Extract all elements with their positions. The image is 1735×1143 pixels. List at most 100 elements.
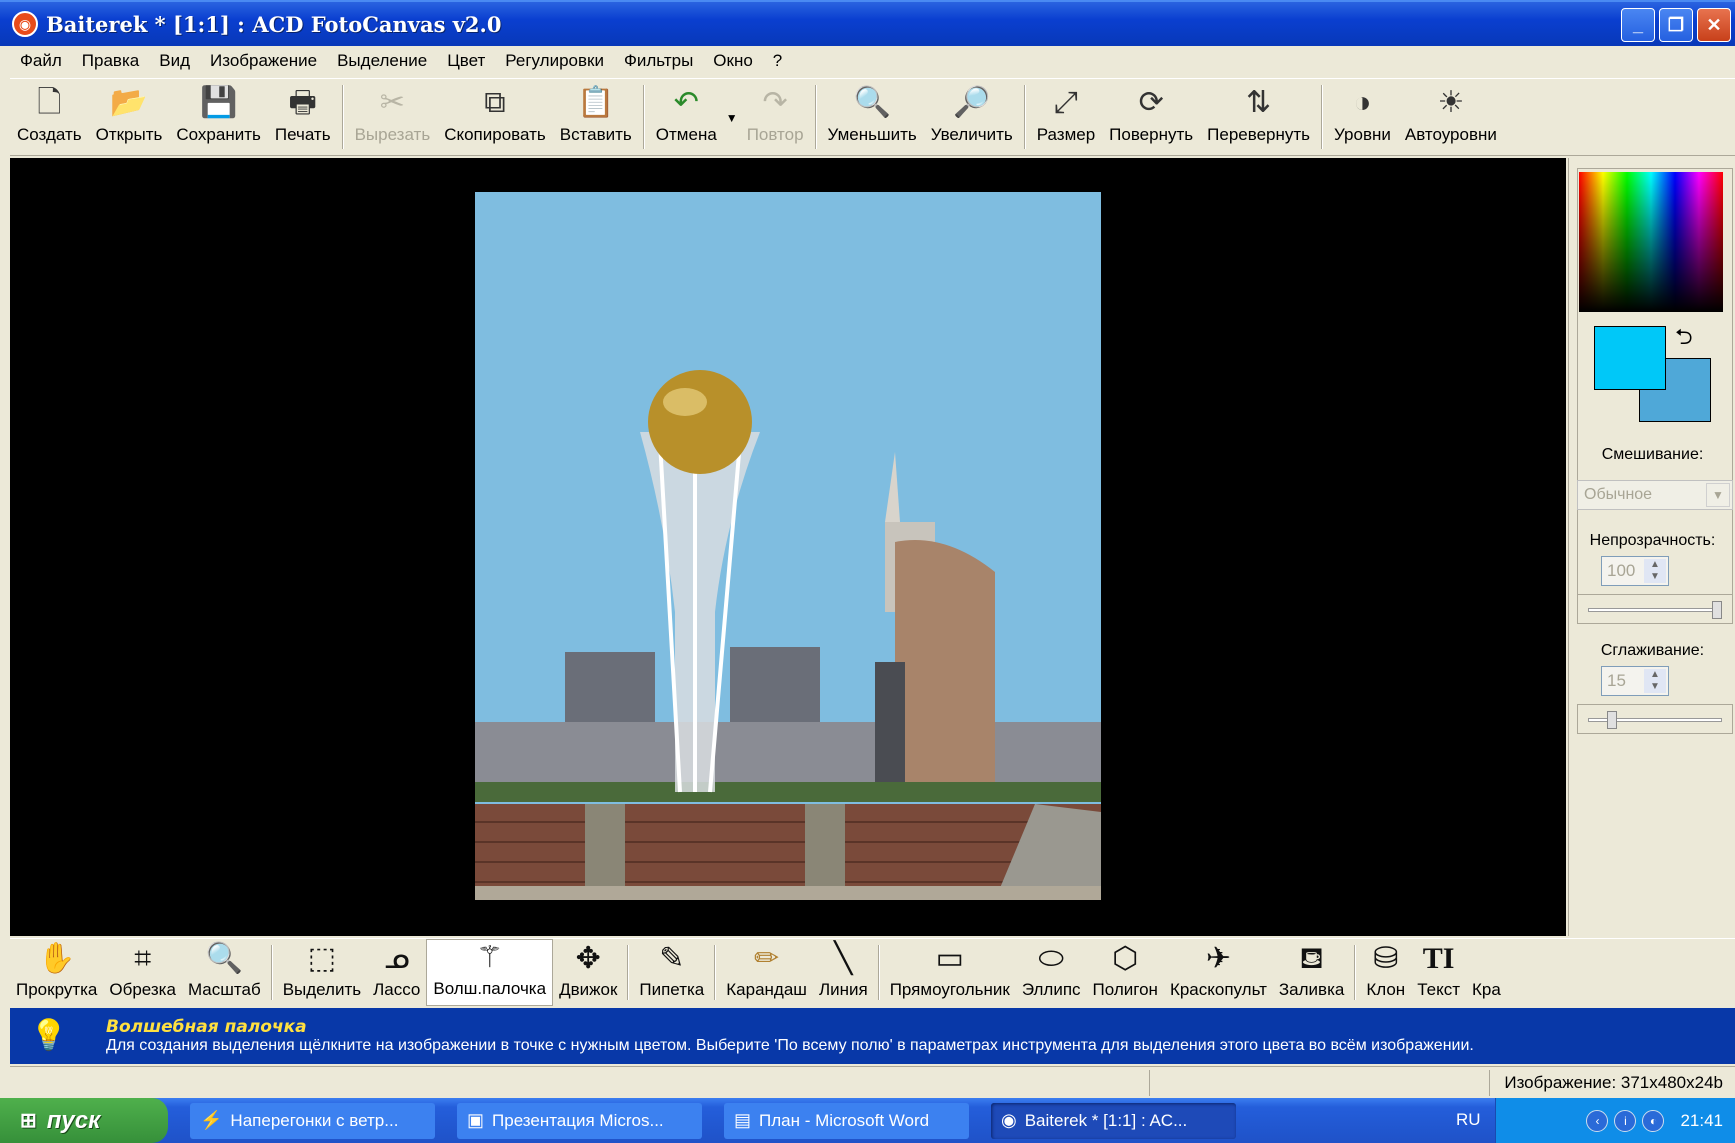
menu-view[interactable]: Вид	[149, 51, 200, 71]
zoom-out-icon: 🔍	[853, 86, 891, 119]
blend-mode-select[interactable]: Обычное ▼	[1577, 480, 1733, 510]
zoom-out-button[interactable]: 🔍 Уменьшить	[821, 79, 924, 155]
tool-lasso[interactable]: ᓄ Лассо	[367, 939, 426, 1006]
opacity-slider-knob[interactable]	[1712, 601, 1722, 619]
foreground-color-swatch[interactable]	[1594, 326, 1666, 390]
window-title: Baiterek * [1:1] : ACD FotoCanvas v2.0	[46, 11, 502, 37]
floppy-icon: 💾	[199, 86, 238, 119]
tool-fill-label: Заливка	[1278, 980, 1345, 999]
tool-polygon[interactable]: ⬡ Полигон	[1087, 939, 1164, 1006]
menu-color[interactable]: Цвет	[437, 51, 495, 71]
tool-select-label: Выделить	[282, 980, 362, 999]
close-icon[interactable]: ✕	[1697, 8, 1731, 42]
copy-button[interactable]: ⧉ Скопировать	[437, 79, 553, 155]
color-spectrum[interactable]	[1579, 172, 1723, 312]
tool-cutoff-label: Кра	[1472, 980, 1501, 999]
marquee-icon: ⬚	[307, 942, 337, 975]
smoothing-slider-knob[interactable]	[1606, 711, 1617, 729]
tool-move[interactable]: ✥ Движок	[553, 939, 623, 1006]
create-label: Создать	[17, 125, 82, 144]
baiterek-photo-image	[475, 192, 1101, 900]
menu-adjustments[interactable]: Регулировки	[495, 51, 614, 71]
resize-button[interactable]: ⤢ Размер	[1030, 79, 1102, 155]
spin-arrows-icon[interactable]: ▲ ▼	[1644, 559, 1666, 583]
menu-help[interactable]: ?	[763, 51, 792, 71]
status-cell-empty	[1149, 1069, 1489, 1096]
menu-window[interactable]: Окно	[703, 51, 763, 71]
menu-image[interactable]: Изображение	[200, 51, 327, 71]
photo-baiterek[interactable]	[475, 192, 1101, 900]
tool-select[interactable]: ⬚ Выделить	[277, 939, 367, 1006]
auto-levels-button[interactable]: ☀ Автоуровни	[1398, 79, 1504, 155]
network-icon[interactable]: ◐	[1642, 1109, 1665, 1132]
open-button[interactable]: 📂 Открыть	[89, 79, 170, 155]
smoothing-value: 15	[1607, 671, 1626, 690]
main-toolbar: 🗋 Создать 📂 Открыть 💾 Сохранить 🖶 Печать ✂ Вы…	[10, 78, 1735, 156]
back-arrow-icon[interactable]: ‹	[1586, 1109, 1609, 1132]
smoothing-stepper[interactable]: 15 ▲ ▼	[1601, 666, 1669, 696]
info-icon[interactable]: i	[1614, 1109, 1637, 1132]
menu-edit[interactable]: Правка	[72, 51, 149, 71]
print-button[interactable]: 🖶 Печать	[268, 79, 338, 155]
tool-clone[interactable]: ⛁ Клон	[1360, 939, 1411, 1006]
tool-line-label: Линия	[818, 980, 868, 999]
taskbar-item[interactable]: ⚡ Наперегонки с ветр...	[190, 1102, 435, 1139]
title-bar[interactable]: ◉ Baiterek * [1:1] : ACD FotoCanvas v2.0…	[0, 0, 1735, 46]
minimize-icon[interactable]: _	[1621, 8, 1655, 42]
undo-button[interactable]: ↶ Отмена	[649, 79, 724, 155]
taskbar-item-active[interactable]: ◉ Baiterek * [1:1] : AC...	[991, 1102, 1236, 1139]
start-label: пуск	[46, 1106, 101, 1134]
tool-rectangle[interactable]: ▭ Прямоугольник	[884, 939, 1016, 1006]
tool-ellipse[interactable]: ⬭ Эллипс	[1016, 939, 1087, 1006]
opacity-slider[interactable]	[1577, 594, 1733, 624]
swap-colors-icon[interactable]: ⮌	[1675, 320, 1693, 358]
tool-airbrush[interactable]: ✈ Краскопульт	[1164, 939, 1273, 1006]
tool-text[interactable]: TI Текст	[1411, 939, 1466, 1006]
paste-button[interactable]: 📋 Вставить	[553, 79, 639, 155]
app-window: ◉ Baiterek * [1:1] : ACD FotoCanvas v2.0…	[0, 0, 1735, 1098]
smoothing-slider[interactable]	[1577, 704, 1733, 734]
cut-button[interactable]: ✂ Вырезать	[348, 79, 438, 155]
tool-options-panel: ⮌ Смешивание: Обычное ▼ Непрозрачность: …	[1568, 158, 1735, 936]
language-indicator[interactable]: RU	[1456, 1110, 1481, 1130]
tool-zoom[interactable]: 🔍 Масштаб	[182, 939, 267, 1006]
clone-stamp-icon: ⛁	[1373, 942, 1399, 975]
redo-button[interactable]: ↷ Повтор	[740, 79, 811, 155]
start-button[interactable]: ⊞ пуск	[0, 1098, 168, 1143]
tool-fill[interactable]: ⛾ Заливка	[1273, 939, 1350, 1006]
opacity-stepper[interactable]: 100 ▲ ▼	[1601, 556, 1669, 586]
tool-pan[interactable]: ✋ Прокрутка	[10, 939, 103, 1006]
create-button[interactable]: 🗋 Создать	[10, 79, 89, 155]
restore-icon[interactable]: ❐	[1659, 8, 1693, 42]
flip-button[interactable]: ⇅ Перевернуть	[1200, 79, 1317, 155]
tool-eyedropper[interactable]: ✎ Пипетка	[633, 939, 710, 1006]
undo-dropdown[interactable]: ▼	[724, 79, 740, 155]
menu-selection[interactable]: Выделение	[327, 51, 437, 71]
tool-pencil[interactable]: ✏ Карандаш	[720, 939, 813, 1006]
undo-icon: ↶	[673, 86, 699, 119]
tool-text-label: Текст	[1417, 980, 1461, 999]
levels-label: Уровни	[1334, 125, 1391, 144]
levels-button[interactable]: ◑ Уровни	[1327, 79, 1398, 155]
open-label: Открыть	[95, 125, 163, 144]
print-label: Печать	[274, 125, 331, 144]
tool-cutoff[interactable]: Кра	[1466, 939, 1501, 1006]
tools-bar: ✋ Прокрутка ⌗ Обрезка 🔍 Масштаб ⬚ Выделить ᓄ…	[10, 938, 1735, 1006]
redo-label: Повтор	[746, 125, 804, 144]
tool-crop[interactable]: ⌗ Обрезка	[103, 939, 182, 1006]
menu-filters[interactable]: Фильтры	[614, 51, 703, 71]
clock[interactable]: 21:41	[1680, 1111, 1723, 1131]
tool-rectangle-label: Прямоугольник	[889, 980, 1010, 999]
rotate-button[interactable]: ⟳ Повернуть	[1102, 79, 1200, 155]
taskbar-item[interactable]: ▣ Презентация Micros...	[457, 1102, 702, 1139]
menu-file[interactable]: Файл	[10, 51, 72, 71]
image-canvas[interactable]	[10, 158, 1566, 936]
tool-magic-wand[interactable]: ⚚ Волш.палочка	[426, 939, 554, 1006]
app-icon[interactable]: ◉	[12, 11, 38, 37]
save-button[interactable]: 💾 Сохранить	[169, 79, 267, 155]
tool-line[interactable]: ╲ Линия	[813, 939, 874, 1006]
spin-arrows-icon[interactable]: ▲ ▼	[1644, 669, 1666, 693]
zoom-in-button[interactable]: 🔎 Увеличить	[924, 79, 1020, 155]
fotocanvas-icon: ◉	[1001, 1110, 1017, 1130]
taskbar-item[interactable]: ▤ План - Microsoft Word	[724, 1102, 969, 1139]
